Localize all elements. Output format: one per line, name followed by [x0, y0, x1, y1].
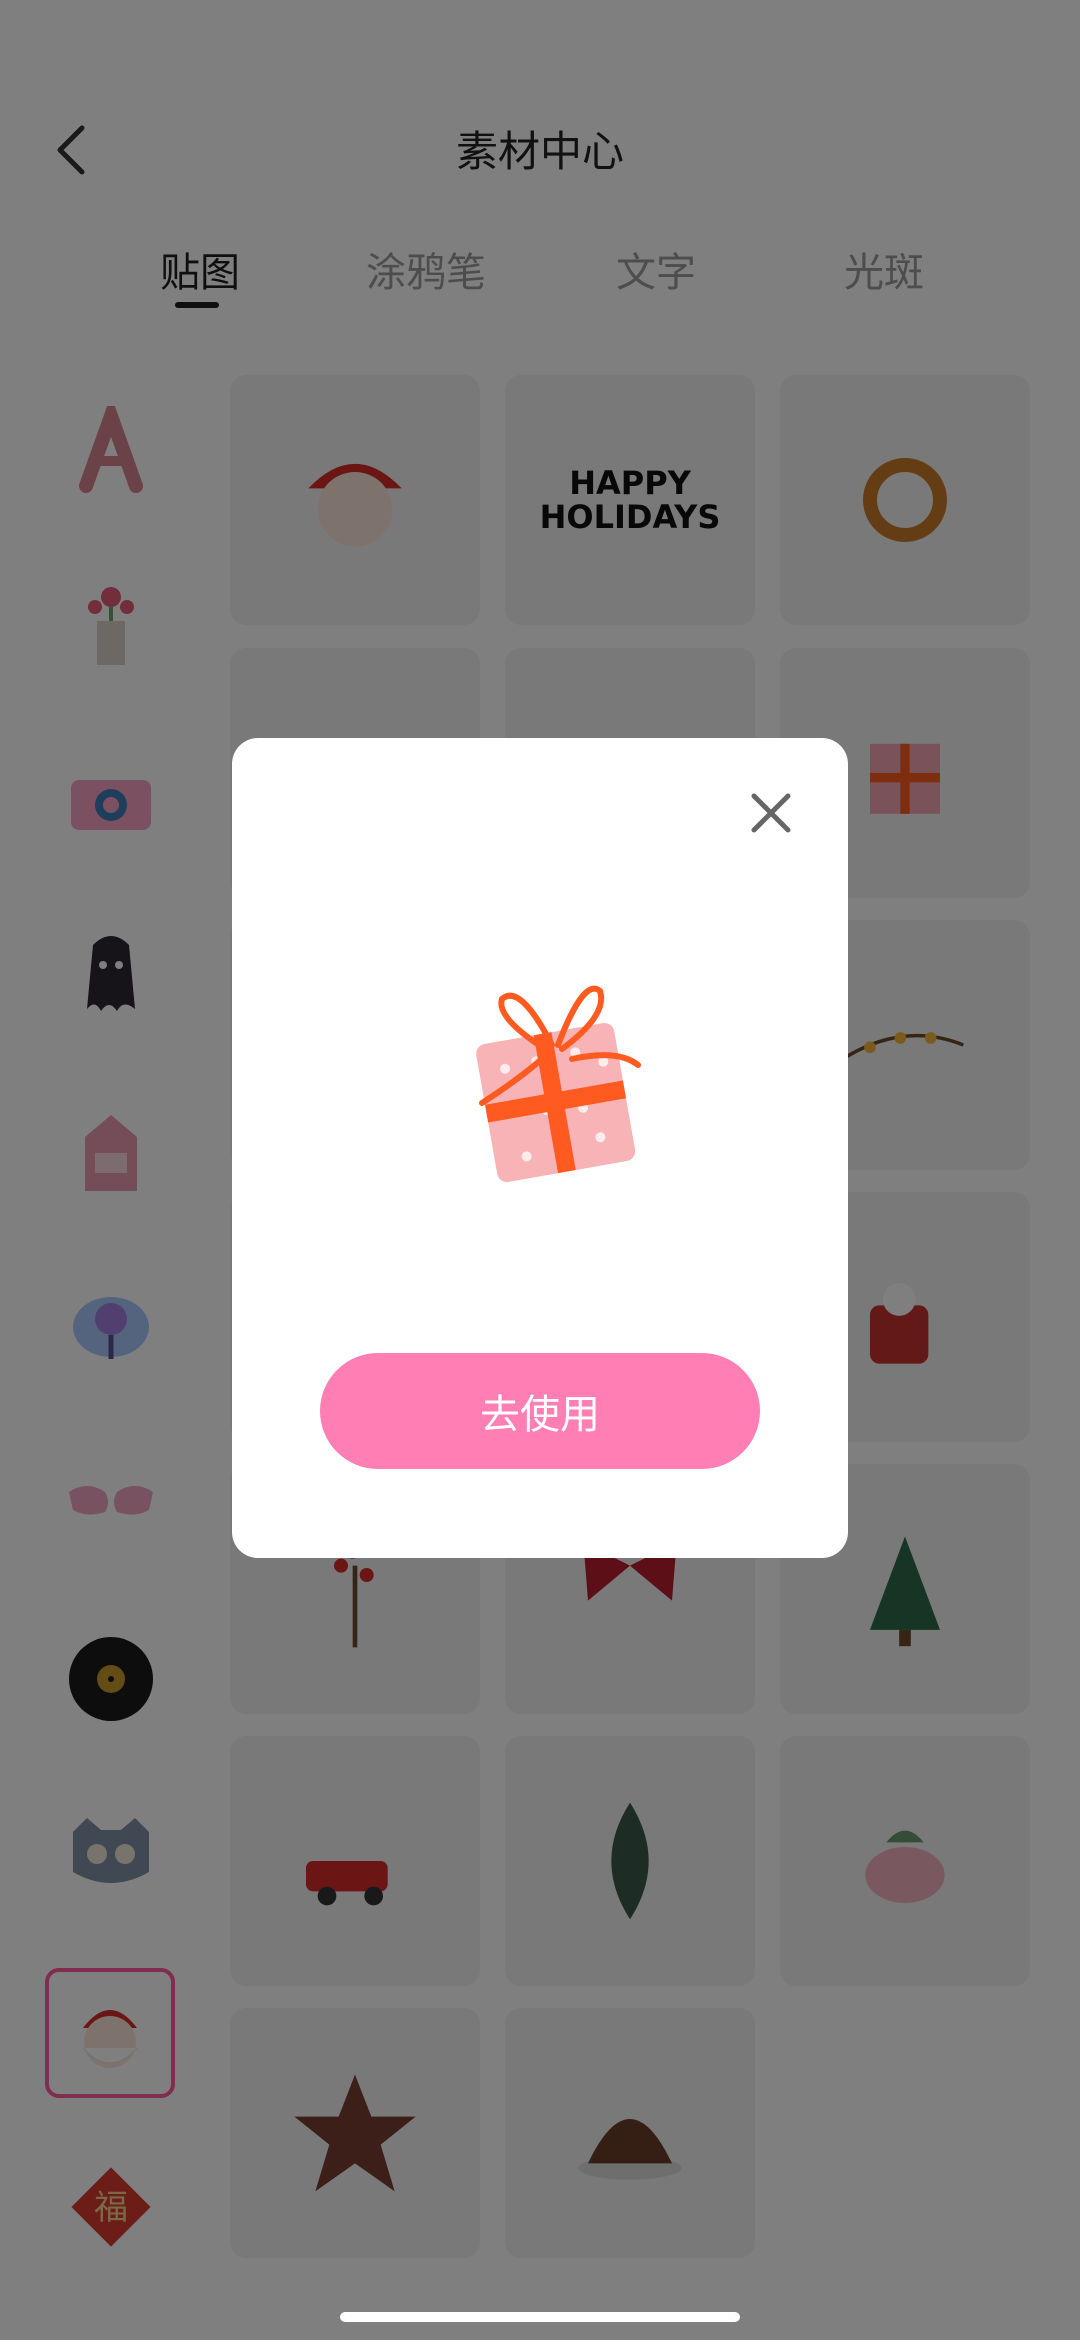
- sticker-preview: [432, 953, 672, 1193]
- close-button[interactable]: [748, 790, 794, 836]
- close-icon: [751, 793, 791, 833]
- use-button[interactable]: 去使用: [320, 1353, 760, 1469]
- sticker-preview-modal: 去使用: [232, 738, 848, 1558]
- home-indicator[interactable]: [340, 2312, 740, 2322]
- gift-box-icon: [476, 985, 641, 1183]
